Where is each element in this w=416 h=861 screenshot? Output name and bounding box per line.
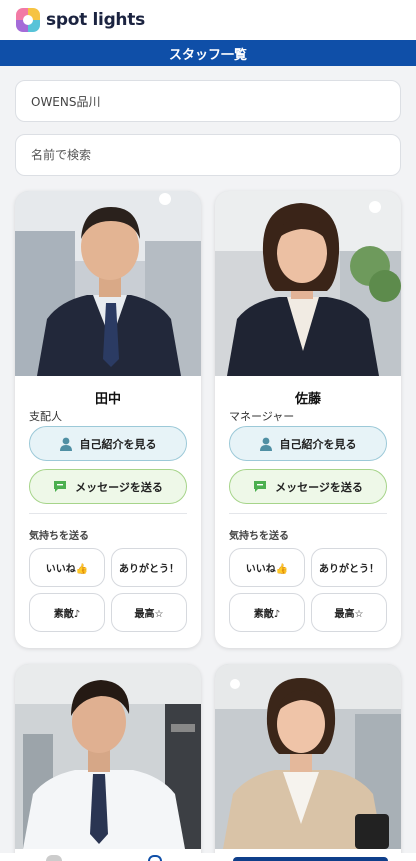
reaction-best-button[interactable]: 最高☆ <box>311 593 387 632</box>
chat-bubble-icon <box>253 480 267 493</box>
view-intro-label: 自己紹介を見る <box>79 437 157 451</box>
reaction-nice-button[interactable]: 素敵♪ <box>229 593 305 632</box>
send-message-button[interactable]: メッセージを送る <box>229 469 387 504</box>
staff-card <box>15 664 201 861</box>
staff-role: マネージャー <box>229 410 295 423</box>
feelings-label: 気持ちを送る <box>29 531 89 542</box>
app-logo-icon[interactable] <box>16 8 40 32</box>
app-logo-text[interactable]: spot lights <box>46 10 145 30</box>
chat-bubble-icon <box>53 480 67 493</box>
person-icon <box>59 437 72 451</box>
view-intro-button[interactable]: 自己紹介を見る <box>229 426 387 461</box>
divider <box>29 513 187 514</box>
reaction-thanks-button[interactable]: ありがとう！ <box>111 548 187 587</box>
divider <box>229 513 387 514</box>
staff-photo[interactable] <box>215 191 401 376</box>
reaction-like-button[interactable]: いいね👍 <box>29 548 105 587</box>
view-intro-label: 自己紹介を見る <box>279 437 357 451</box>
staff-role: 支配人 <box>29 410 62 423</box>
staff-card: 佐藤 マネージャー 自己紹介を見る メッセージを送る 気持ちを送る いいね👍 あ… <box>215 191 401 648</box>
person-icon <box>259 437 272 451</box>
staff-card <box>215 664 401 861</box>
name-search-input[interactable] <box>31 148 400 162</box>
staff-photo[interactable] <box>15 191 201 376</box>
nav-avatar-icon[interactable] <box>46 855 62 861</box>
staff-name: 佐藤 <box>294 392 321 407</box>
send-message-label: メッセージを送る <box>75 480 163 494</box>
name-search-field[interactable] <box>15 134 401 176</box>
staff-name: 田中 <box>94 392 121 407</box>
feelings-label: 気持ちを送る <box>229 531 289 542</box>
reaction-like-button[interactable]: いいね👍 <box>229 548 305 587</box>
reaction-nice-button[interactable]: 素敵♪ <box>29 593 105 632</box>
nav-search-icon[interactable] <box>148 855 162 861</box>
send-message-button[interactable]: メッセージを送る <box>29 469 187 504</box>
nav-primary-button[interactable] <box>233 857 388 861</box>
store-filter-field[interactable] <box>15 80 401 122</box>
store-filter-input[interactable] <box>31 94 400 108</box>
view-intro-button[interactable]: 自己紹介を見る <box>29 426 187 461</box>
send-message-label: メッセージを送る <box>275 480 363 494</box>
staff-photo[interactable] <box>15 664 201 849</box>
reaction-best-button[interactable]: 最高☆ <box>111 593 187 632</box>
app-header: spot lights <box>0 0 416 40</box>
staff-card: 田中 支配人 自己紹介を見る メッセージを送る 気持ちを送る いいね👍 ありがと… <box>15 191 201 648</box>
page-title: スタッフ一覧 <box>0 40 416 66</box>
reaction-thanks-button[interactable]: ありがとう！ <box>311 548 387 587</box>
staff-photo[interactable] <box>215 664 401 849</box>
